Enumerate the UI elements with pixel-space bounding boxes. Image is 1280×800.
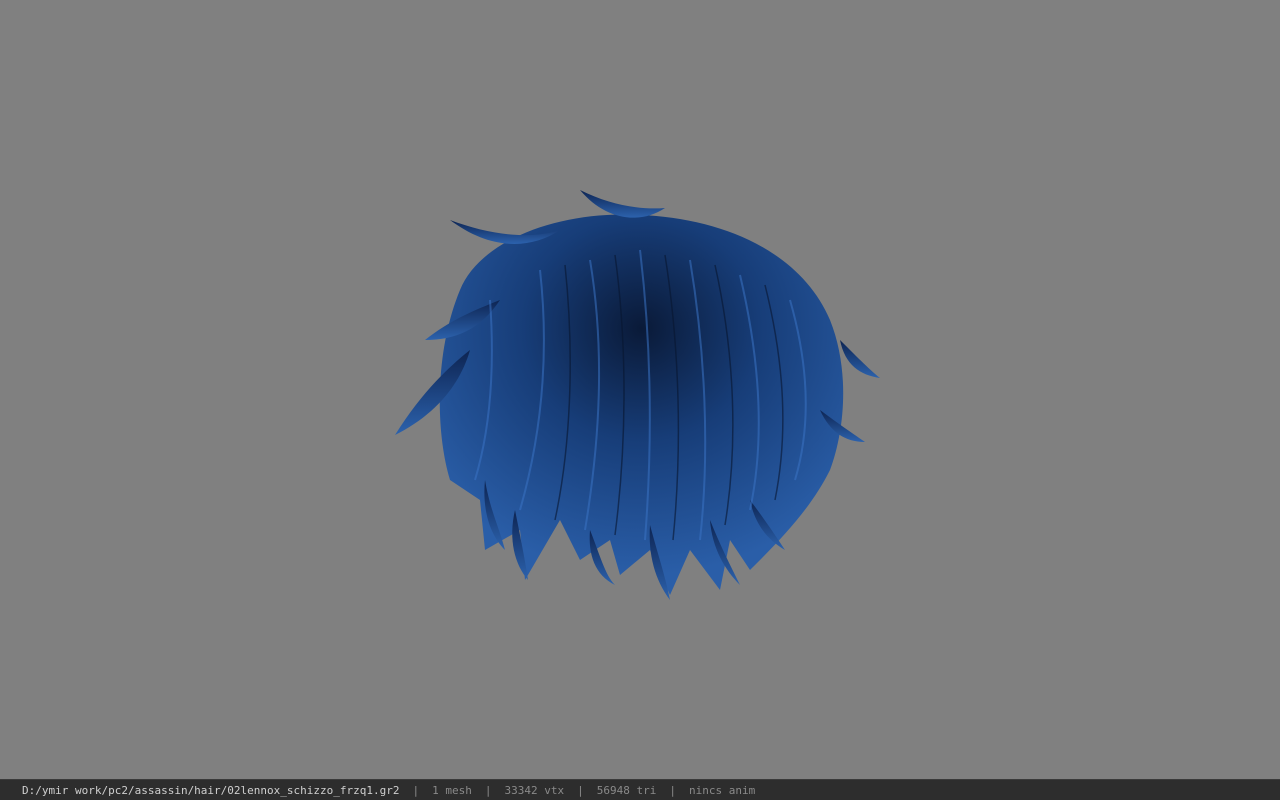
vertex-count: 33342 vtx <box>504 783 565 797</box>
mesh-count: 1 mesh <box>432 783 472 797</box>
animation-status: nincs anim <box>688 783 756 797</box>
separator: | <box>412 783 420 797</box>
hair-model <box>395 190 880 600</box>
triangle-count: 56948 tri <box>596 783 657 797</box>
file-path: D:/ymir work/pc2/assassin/hair/02lennox_… <box>22 783 400 797</box>
3d-viewport[interactable] <box>0 0 1280 779</box>
separator: | <box>484 783 492 797</box>
separator: | <box>577 783 584 797</box>
status-bar: D:/ymir work/pc2/assassin/hair/02lennox_… <box>0 779 1280 800</box>
separator: | <box>669 783 676 797</box>
